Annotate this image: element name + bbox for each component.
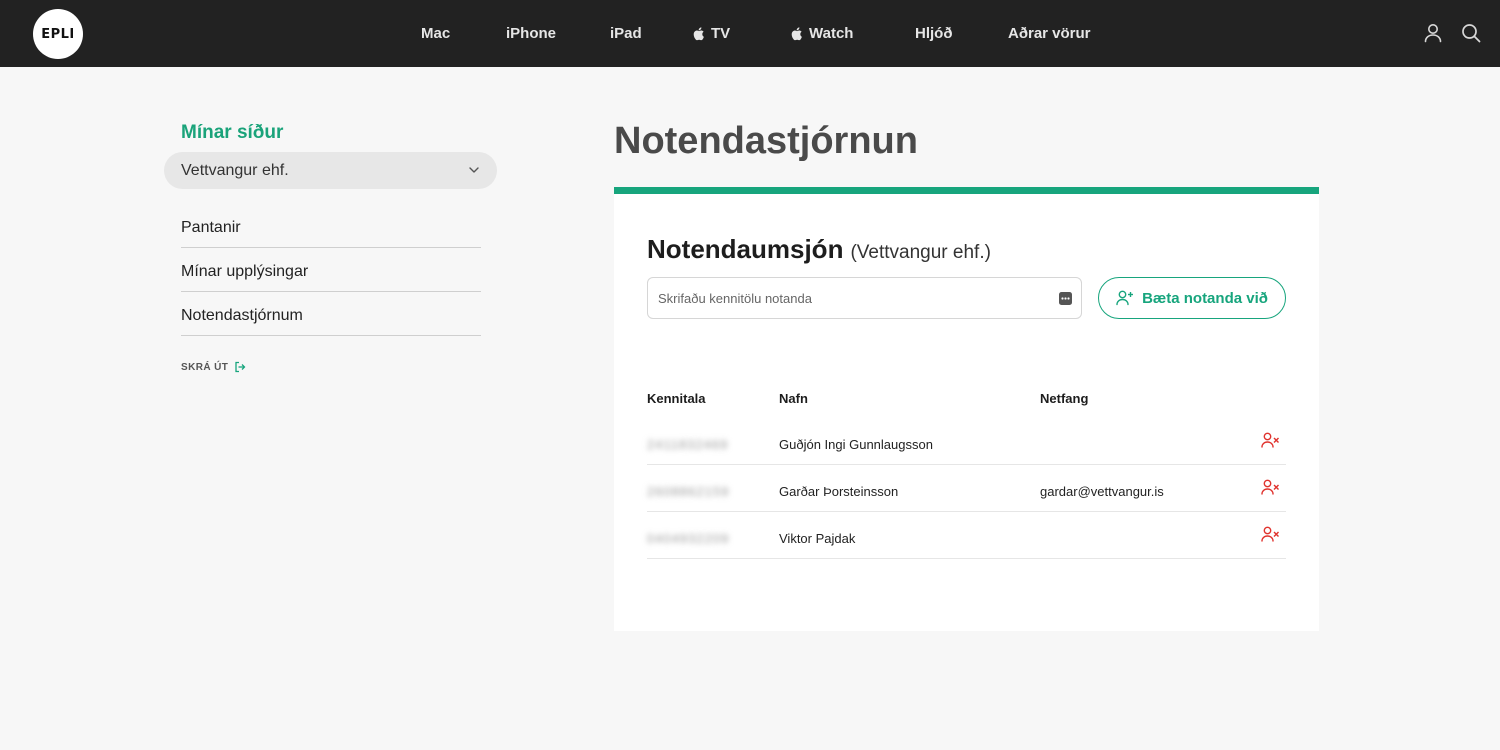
- column-header-kennitala: Kennitala: [647, 391, 706, 406]
- email-cell: gardar@vettvangur.is: [1040, 484, 1164, 499]
- sidebar-item-label: Notendastjórnum: [181, 307, 303, 324]
- kennitala-cell: 2411832469: [647, 437, 729, 452]
- nav-item-label: Hljóð: [915, 25, 953, 42]
- table-row: 2608862159 Garðar Þorsteinsson gardar@ve…: [647, 465, 1286, 512]
- company-select-value: Vettvangur ehf.: [181, 161, 289, 179]
- nav-item-label: Mac: [421, 25, 451, 42]
- sidebar-item-label: Pantanir: [181, 219, 241, 236]
- column-header-nafn: Nafn: [779, 391, 808, 406]
- sidebar-item-minar-upplysingar[interactable]: Mínar upplýsingar: [181, 263, 481, 292]
- chevron-down-icon: [469, 167, 479, 173]
- sidebar-item-label: Mínar upplýsingar: [181, 263, 309, 280]
- nav-item-label: TV: [711, 25, 731, 42]
- search-icon[interactable]: [1460, 22, 1482, 44]
- nav-item-label: Aðrar vörur: [1008, 25, 1091, 42]
- table-row: 2411832469 Guðjón Ingi Gunnlaugsson: [647, 418, 1286, 465]
- nav-item-watch[interactable]: Watch: [789, 0, 853, 67]
- column-header-netfang: Netfang: [1040, 391, 1089, 406]
- logout-link[interactable]: SKRÁ ÚT: [181, 361, 246, 373]
- add-user-label: Bæta notanda við: [1142, 289, 1268, 307]
- kennitala-search-field[interactable]: [647, 277, 1082, 319]
- user-icon[interactable]: [1422, 22, 1444, 44]
- logout-icon: [235, 361, 246, 373]
- add-user-icon: [1116, 290, 1134, 306]
- autofill-icon[interactable]: [1059, 292, 1072, 305]
- nav-item-label: iPad: [610, 25, 642, 42]
- nav-item-adrar-vorur[interactable]: Aðrar vörur: [1008, 0, 1091, 67]
- sidebar-item-notendastjornum[interactable]: Notendastjórnum: [181, 307, 481, 336]
- sidebar-item-pantanir[interactable]: Pantanir: [181, 219, 481, 248]
- name-cell: Guðjón Ingi Gunnlaugsson: [779, 437, 933, 452]
- panel-title: Notendaumsjón: [647, 234, 844, 264]
- remove-user-icon[interactable]: [1261, 432, 1280, 449]
- nav-item-label: Watch: [809, 25, 854, 42]
- nav-item-mac[interactable]: Mac: [421, 0, 450, 67]
- kennitala-input[interactable]: [648, 278, 1081, 318]
- company-select[interactable]: Vettvangur ehf.: [164, 152, 497, 189]
- nav-item-iphone[interactable]: iPhone: [506, 0, 556, 67]
- name-cell: Viktor Pajdak: [779, 531, 856, 546]
- nav-item-ipad[interactable]: iPad: [610, 0, 642, 67]
- table-row: 0404932209 Viktor Pajdak: [647, 512, 1286, 559]
- nav-item-hljod[interactable]: Hljóð: [915, 0, 953, 67]
- logout-label: SKRÁ ÚT: [181, 361, 229, 373]
- epli-logo[interactable]: EPLI: [33, 9, 83, 59]
- page-title: Notendastjórnun: [614, 120, 918, 162]
- user-management-panel: Notendaumsjón (Vettvangur ehf.) Bæta not…: [614, 187, 1319, 631]
- panel-heading: Notendaumsjón (Vettvangur ehf.): [647, 234, 991, 265]
- name-cell: Garðar Þorsteinsson: [779, 484, 899, 499]
- remove-user-icon[interactable]: [1261, 479, 1280, 496]
- apple-icon: [693, 27, 704, 41]
- nav-item-label: iPhone: [506, 25, 557, 42]
- top-navigation-bar: EPLI Mac iPhone iPad TV Watch Hljóð Aðra…: [0, 0, 1500, 67]
- add-user-button[interactable]: Bæta notanda við: [1098, 277, 1286, 319]
- kennitala-cell: 0404932209: [647, 531, 730, 546]
- remove-user-icon[interactable]: [1261, 526, 1280, 543]
- panel-company: (Vettvangur ehf.): [850, 242, 991, 263]
- kennitala-cell: 2608862159: [647, 484, 730, 499]
- apple-icon: [791, 27, 802, 41]
- sidebar-title: Mínar síður: [181, 122, 284, 143]
- nav-item-tv[interactable]: TV: [691, 0, 730, 67]
